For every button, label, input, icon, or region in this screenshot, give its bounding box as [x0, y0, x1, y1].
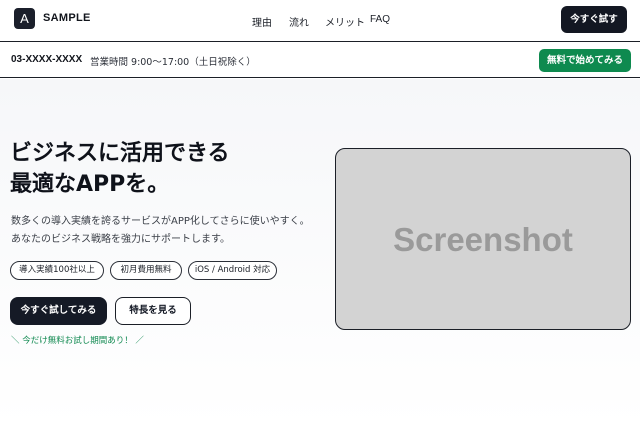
lead-line-2: あなたのビジネス戦略を強力にサポートします。	[11, 234, 230, 245]
screenshot-placeholder: Screenshot	[335, 148, 631, 330]
headline-line-1: ビジネスに活用できる	[10, 141, 230, 166]
hero-lead: 数多くの導入実績を誇るサービスがAPP化してさらに使いやすく。 あなたのビジネス…	[11, 213, 331, 249]
logo-text[interactable]: SAMPLE	[43, 12, 91, 24]
hero-headline: ビジネスに活用できる 最適なAPPを。	[10, 138, 330, 200]
badge-track-record: 導入実績100社以上	[10, 261, 104, 280]
logo-icon[interactable]: A	[14, 8, 35, 29]
badge-platform-support: iOS / Android 対応	[188, 261, 277, 280]
business-hours: 営業時間 9:00〜17:00（土日祝除く）	[90, 57, 256, 68]
try-it-now-button[interactable]: 今すぐ試してみる	[10, 297, 107, 325]
view-features-button[interactable]: 特長を見る	[115, 297, 191, 325]
try-now-button[interactable]: 今すぐ試す	[561, 6, 627, 33]
nav-link-reason[interactable]: 理由	[252, 14, 272, 29]
headline-line-2: 最適なAPPを。	[10, 172, 170, 197]
start-free-button[interactable]: 無料で始めてみる	[539, 49, 631, 72]
phone-number[interactable]: 03-XXXX-XXXX	[11, 54, 82, 65]
site-header: A SAMPLE 理由 流れ メリット FAQ 今すぐ試す	[0, 0, 640, 42]
screenshot-label: Screenshot	[393, 221, 573, 258]
nav-link-faq[interactable]: FAQ	[370, 14, 390, 25]
badge-first-month-free: 初月費用無料	[110, 261, 182, 280]
nav-link-flow[interactable]: 流れ	[289, 14, 309, 29]
lead-line-1: 数多くの導入実績を誇るサービスがAPP化してさらに使いやすく。	[11, 216, 310, 227]
free-trial-note: ＼ 今だけ無料お試し期間あり！ ／	[11, 336, 144, 346]
nav-link-merit[interactable]: メリット	[325, 14, 365, 29]
